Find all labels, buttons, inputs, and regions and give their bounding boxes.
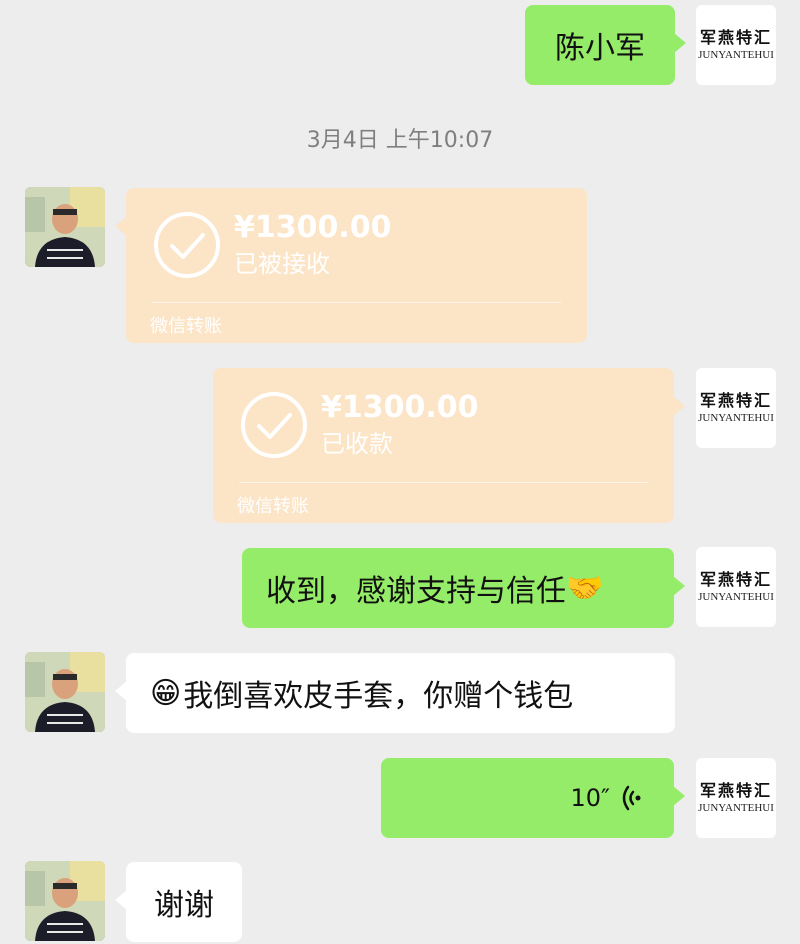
message-bubble-received[interactable]: 谢谢 — [115, 862, 242, 942]
transfer-main: ¥1300.00 已收款 — [213, 368, 674, 482]
transfer-amount: ¥1300.00 — [234, 210, 392, 246]
message-bubble-sent[interactable]: 陈小军 — [525, 5, 686, 85]
avatar-self[interactable]: 军燕特汇 JUNYANTEHUI — [696, 5, 776, 85]
brand-logo-en: JUNYANTEHUI — [698, 591, 774, 603]
grin-emoji-icon: 😁 — [150, 675, 182, 711]
message-text: 收到，感谢支持与信任 — [266, 574, 566, 609]
brand-logo-cn: 军燕特汇 — [699, 570, 772, 589]
avatar-self[interactable]: 军燕特汇 JUNYANTEHUI — [696, 758, 776, 838]
avatar-self[interactable]: 军燕特汇 JUNYANTEHUI — [696, 368, 776, 448]
transfer-amount: ¥1300.00 — [321, 390, 479, 426]
brand-logo-en: JUNYANTEHUI — [698, 49, 774, 61]
contact-photo-icon — [25, 187, 105, 267]
voice-duration: 10″ — [570, 784, 610, 812]
transfer-status: 已被接收 — [234, 250, 330, 279]
message-text: 我倒喜欢皮手套，你赠个钱包 — [183, 679, 574, 714]
brand-logo-cn: 军燕特汇 — [699, 391, 772, 410]
message-text: 谢谢 — [154, 888, 214, 923]
transfer-footer: 微信转账 — [150, 316, 222, 338]
avatar-contact[interactable] — [25, 861, 105, 941]
contact-photo-icon — [25, 652, 105, 732]
transfer-main: ¥1300.00 已被接收 — [126, 188, 587, 302]
brand-logo-en: JUNYANTEHUI — [698, 412, 774, 424]
transfer-card-received[interactable]: ¥1300.00 已被接收 微信转账 — [115, 188, 587, 343]
voice-message-bubble[interactable]: 10″ — [381, 758, 685, 838]
transfer-footer: 微信转账 — [237, 496, 309, 518]
avatar-contact[interactable] — [25, 187, 105, 267]
contact-photo-icon — [25, 861, 105, 941]
voice-wave-icon — [622, 785, 641, 811]
avatar-contact[interactable] — [25, 652, 105, 732]
message-text: 陈小军 — [555, 31, 645, 66]
brand-logo-cn: 军燕特汇 — [699, 28, 772, 47]
transfer-card-collected[interactable]: ¥1300.00 已收款 微信转账 — [213, 368, 685, 523]
transfer-status: 已收款 — [321, 430, 393, 459]
brand-logo-cn: 军燕特汇 — [699, 781, 772, 800]
message-bubble-sent[interactable]: 收到，感谢支持与信任 🤝 — [242, 548, 685, 628]
avatar-self[interactable]: 军燕特汇 JUNYANTEHUI — [696, 547, 776, 627]
message-timestamp: 3月4日 上午10:07 — [306, 128, 494, 153]
check-circle-icon — [241, 392, 307, 459]
brand-logo-en: JUNYANTEHUI — [698, 802, 774, 814]
check-circle-icon — [154, 212, 220, 279]
handshake-emoji-icon: 🤝 — [566, 570, 604, 606]
message-bubble-received[interactable]: 😁 我倒喜欢皮手套，你赠个钱包 — [115, 653, 675, 733]
